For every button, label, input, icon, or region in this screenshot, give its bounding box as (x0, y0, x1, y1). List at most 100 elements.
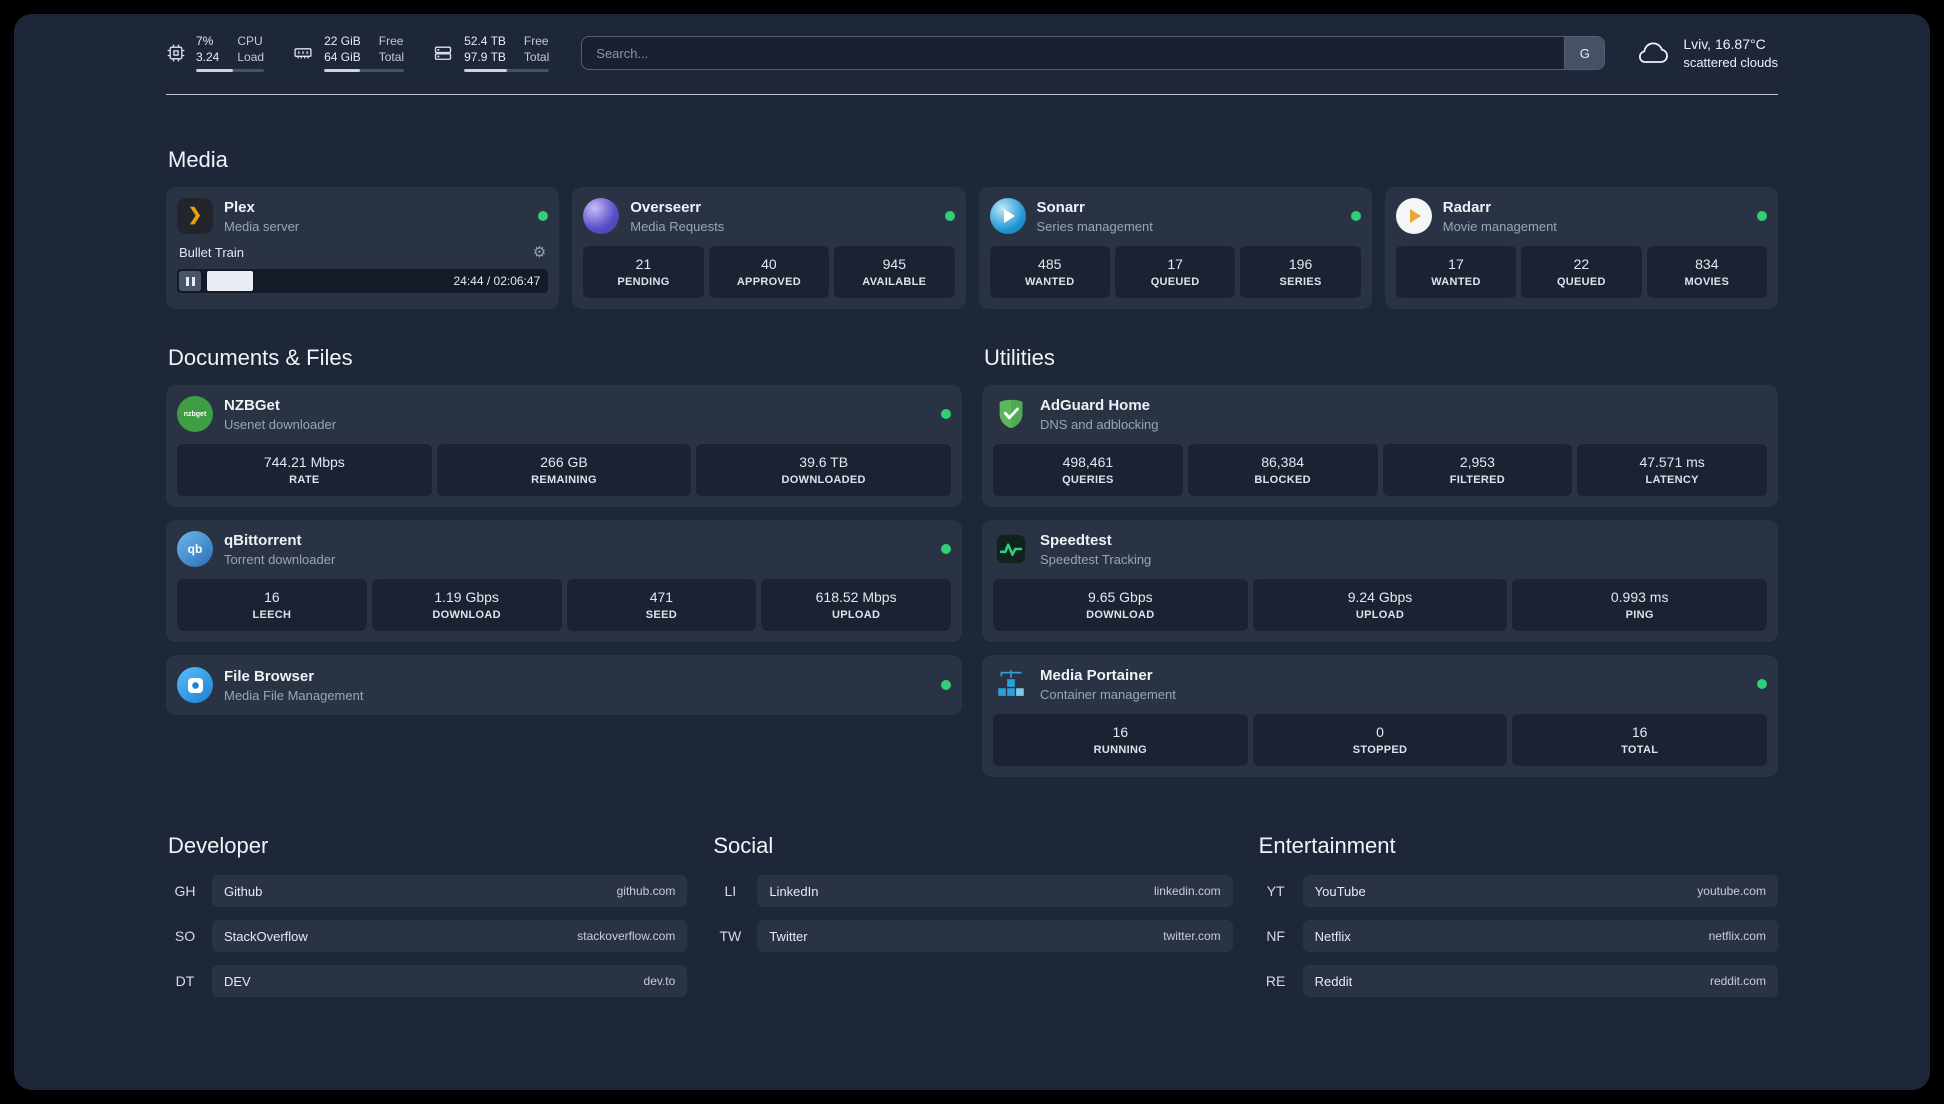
stat-tile: 2,953 FILTERED (1382, 444, 1573, 497)
gear-icon[interactable]: ⚙ (533, 245, 546, 260)
stat-tile: 86,384 BLOCKED (1187, 444, 1378, 497)
bookmarks-developer: Developer GH Github github.com SO StackO… (166, 833, 688, 1010)
service-card-speedtest[interactable]: Speedtest Speedtest Tracking 9.65 Gbps D… (982, 520, 1778, 643)
bookmark-abbr: YT (1266, 883, 1285, 900)
memory-usage-bar (324, 69, 405, 73)
pause-icon[interactable] (179, 271, 201, 292)
service-name: NZBGet (224, 396, 280, 414)
memory-free-label: Free (378, 34, 404, 48)
stat-tile: 266 GB REMAINING (436, 444, 692, 497)
bookmarks-social: Social LI LinkedIn linkedin.com TW Twitt… (711, 833, 1233, 1010)
service-card-portainer[interactable]: Media Portainer Container management 16 … (982, 655, 1778, 778)
search-provider-button[interactable]: G (1564, 37, 1605, 70)
service-card-sonarr[interactable]: Sonarr Series management 485 WANTED 17 Q… (978, 187, 1372, 310)
stat-tile: 16 TOTAL (1512, 714, 1768, 767)
memory-total-value: 64 GiB (324, 49, 361, 64)
cpu-label: CPU (237, 34, 263, 48)
service-description: Media server (224, 218, 300, 234)
status-dot (1757, 679, 1767, 690)
bookmark-github[interactable]: GH Github github.com (166, 875, 688, 908)
section-title-utilities: Utilities (984, 345, 1055, 371)
service-description: DNS and adblocking (1040, 416, 1159, 432)
service-name: Overseerr (630, 198, 702, 216)
speedtest-icon (993, 531, 1029, 567)
bookmark-pill: Netflix netflix.com (1302, 920, 1778, 953)
service-card-filebrowser[interactable]: File Browser Media File Management (166, 655, 962, 716)
status-dot (538, 211, 549, 222)
memory-free-value: 22 GiB (324, 34, 361, 48)
bookmark-pill: Reddit reddit.com (1302, 965, 1778, 998)
adguard-icon (993, 396, 1029, 432)
memory-usage-bar-fill (324, 69, 361, 73)
stat-tile: 471 SEED (566, 579, 757, 632)
playback-progress-bar[interactable] (207, 271, 448, 292)
service-name: qBittorrent (224, 531, 302, 549)
stat-tile: 618.52 Mbps UPLOAD (761, 579, 951, 632)
service-card-nzbget[interactable]: nzbget NZBGet Usenet downloader 744.21 M… (166, 385, 962, 508)
playback-time: 24:44 / 02:06:47 (453, 274, 541, 289)
service-name: Speedtest (1040, 531, 1112, 549)
search-bar: G (581, 36, 1606, 71)
topbar: 7% 3.24 CPU Load 22 GiB 64 GiB Free Tota… (166, 34, 1778, 73)
now-playing-title: Bullet Train (179, 245, 245, 261)
cpu-usage-bar-fill (196, 69, 234, 73)
service-description: Speedtest Tracking (1040, 551, 1152, 567)
memory-icon (292, 43, 314, 63)
disk-usage-bar-fill (464, 69, 507, 73)
bookmark-abbr: GH (174, 883, 196, 900)
stat-tile: 196 SERIES (1240, 246, 1361, 299)
service-card-qbittorrent[interactable]: qb qBittorrent Torrent downloader 16 LEE… (166, 520, 962, 643)
disk-free-label: Free (523, 34, 549, 48)
stat-tile: 17 WANTED (1395, 246, 1517, 299)
bookmark-twitter[interactable]: TW Twitter twitter.com (711, 920, 1233, 953)
stat-tile: 47.571 ms LATENCY (1577, 444, 1767, 497)
disk-widget: 52.4 TB 97.9 TB Free Total (432, 34, 550, 73)
bookmark-pill: LinkedIn linkedin.com (757, 875, 1233, 908)
bookmark-stackoverflow[interactable]: SO StackOverflow stackoverflow.com (166, 920, 688, 953)
stat-tile: 39.6 TB DOWNLOADED (696, 444, 952, 497)
disk-usage-bar (464, 69, 550, 73)
status-dot (1350, 211, 1361, 222)
bookmark-abbr: RE (1265, 973, 1286, 990)
stat-tile: 1.19 Gbps DOWNLOAD (371, 579, 562, 632)
stat-tile: 21 PENDING (583, 246, 704, 299)
service-name: Radarr (1442, 198, 1492, 216)
section-utilities: Utilities AdGuard Home DNS and adblockin… (982, 345, 1778, 778)
cloud-icon (1635, 40, 1671, 66)
search-input[interactable] (582, 37, 1565, 70)
disk-total-label: Total (523, 49, 550, 64)
status-dot (1757, 211, 1767, 222)
bookmark-pill: Twitter twitter.com (757, 920, 1233, 953)
stat-tile: 17 QUEUED (1114, 246, 1236, 299)
bookmark-reddit[interactable]: RE Reddit reddit.com (1257, 965, 1778, 998)
disk-icon (432, 43, 454, 63)
status-dot (941, 544, 951, 555)
stat-tile: 16 RUNNING (993, 714, 1248, 767)
service-description: Media File Management (224, 687, 364, 703)
nzbget-icon: nzbget (177, 396, 213, 433)
bookmark-linkedin[interactable]: LI LinkedIn linkedin.com (711, 875, 1233, 908)
service-card-radarr[interactable]: Radarr Movie management 17 WANTED 22 QUE… (1384, 187, 1778, 310)
section-documents: Documents & Files nzbget NZBGet Usenet d… (166, 345, 962, 777)
stat-tile: 834 MOVIES (1646, 246, 1768, 299)
portainer-icon (993, 666, 1029, 702)
bookmark-dev[interactable]: DT DEV dev.to (166, 965, 688, 998)
section-title-documents: Documents & Files (168, 345, 353, 371)
service-card-adguard[interactable]: AdGuard Home DNS and adblocking 498,461 … (982, 385, 1778, 508)
section-title-media: Media (168, 147, 228, 173)
stat-tile: 9.65 Gbps DOWNLOAD (993, 579, 1248, 632)
playback-progress-fill (207, 271, 253, 292)
status-dot (941, 409, 951, 420)
stat-tile: 0 STOPPED (1252, 714, 1508, 767)
bookmark-youtube[interactable]: YT YouTube youtube.com (1257, 875, 1778, 908)
cpu-usage-value: 7% (196, 34, 214, 48)
bookmark-abbr: SO (174, 928, 196, 945)
bookmark-netflix[interactable]: NF Netflix netflix.com (1257, 920, 1778, 953)
service-description: Media Requests (630, 218, 725, 234)
memory-total-label: Total (378, 49, 405, 64)
section-media: Media ❯ Plex Media server Bullet Train ⚙… (166, 147, 1778, 310)
service-description: Usenet downloader (224, 416, 337, 432)
status-dot (944, 211, 955, 222)
service-card-plex[interactable]: ❯ Plex Media server Bullet Train ⚙ 24:44… (166, 187, 560, 310)
service-card-overseerr[interactable]: Overseerr Media Requests 21 PENDING 40 A… (572, 187, 966, 310)
